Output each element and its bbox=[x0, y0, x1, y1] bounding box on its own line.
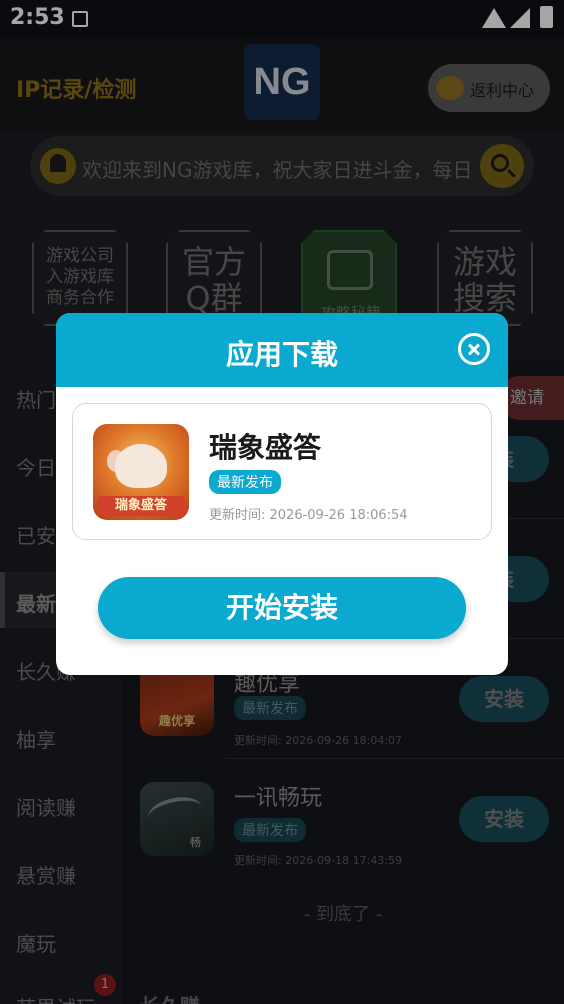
app-info-card: 瑞象盛答 瑞象盛答 最新发布 更新时间: 2026-09-26 18:06:54 bbox=[72, 403, 492, 540]
dialog-header: 应用下载 bbox=[56, 313, 508, 387]
app-icon-ruixiang: 瑞象盛答 bbox=[93, 424, 189, 520]
dialog-title: 应用下载 bbox=[225, 338, 338, 371]
dialog-update-time: 更新时间: 2026-09-26 18:06:54 bbox=[209, 508, 408, 523]
start-install-button[interactable]: 开始安装 bbox=[98, 577, 466, 639]
close-icon[interactable] bbox=[458, 333, 490, 365]
dialog-latest-badge: 最新发布 bbox=[209, 470, 281, 494]
download-dialog: 应用下载 瑞象盛答 瑞象盛答 最新发布 更新时间: 2026-09-26 18:… bbox=[56, 313, 508, 675]
app-icon-banner: 瑞象盛答 bbox=[97, 496, 185, 516]
elephant-icon bbox=[115, 444, 167, 488]
dialog-app-name: 瑞象盛答 bbox=[209, 431, 322, 464]
